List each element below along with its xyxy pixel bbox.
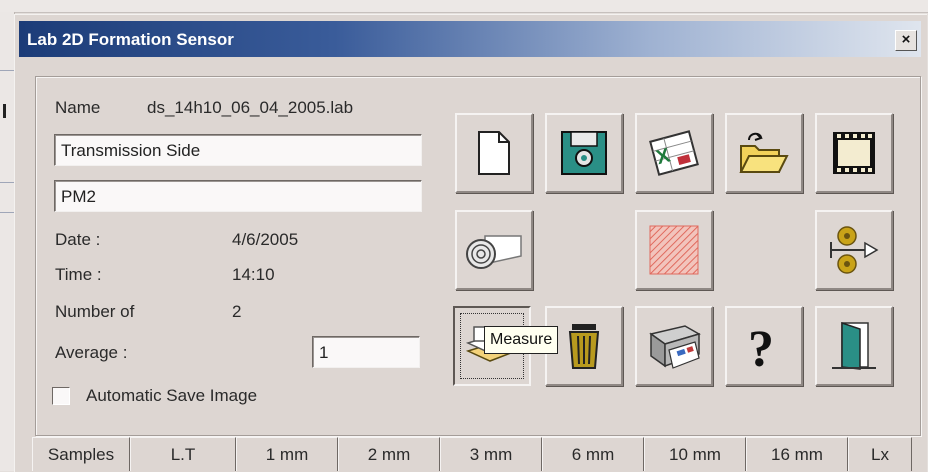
exit-door-icon — [832, 321, 876, 370]
open-folder-button[interactable] — [725, 113, 803, 193]
film-button[interactable] — [815, 113, 893, 193]
average-label: Average : — [55, 343, 128, 362]
description-field[interactable]: Transmission Side — [54, 134, 422, 166]
roll-feed-button[interactable] — [815, 210, 893, 290]
results-table-header: Samples L.T 1 mm 2 mm 3 mm 6 mm 10 mm 16… — [32, 437, 912, 471]
column-header-samples[interactable]: Samples — [32, 437, 130, 471]
column-header-lt[interactable]: L.T — [130, 437, 236, 471]
date-label: Date : — [55, 230, 101, 249]
number-of-value: 2 — [232, 302, 242, 321]
paper-roll-icon — [466, 235, 522, 269]
film-icon — [833, 132, 875, 174]
window-title: Lab 2D Formation Sensor — [27, 30, 234, 49]
name-label: Name — [55, 98, 101, 117]
close-button[interactable]: × — [895, 30, 917, 51]
time-value: 14:10 — [232, 265, 275, 284]
name-value: ds_14h10_06_04_2005.lab — [147, 98, 354, 117]
column-header-3mm[interactable]: 3 mm — [440, 437, 542, 471]
background-line — [0, 182, 14, 183]
printer-icon — [649, 325, 701, 369]
background-window-strip — [0, 0, 928, 13]
column-header-lx[interactable]: Lx — [848, 437, 912, 471]
number-of-label: Number of — [55, 302, 135, 321]
trash-icon — [568, 324, 600, 369]
average-input[interactable]: 1 — [312, 336, 420, 368]
measure-tooltip: Measure — [484, 326, 559, 354]
autosave-label: Automatic Save Image — [86, 386, 258, 405]
help-icon: ? — [748, 322, 774, 370]
title-bar[interactable]: Lab 2D Formation Sensor × — [19, 21, 921, 57]
column-header-6mm[interactable]: 6 mm — [542, 437, 644, 471]
print-button[interactable] — [635, 306, 713, 386]
excel-export-icon: X — [649, 130, 699, 176]
background-mark — [3, 104, 6, 118]
time-label: Time : — [55, 265, 102, 284]
save-disk-icon — [561, 131, 607, 175]
formation-pattern-icon — [649, 225, 699, 275]
background-line — [0, 212, 14, 213]
roll-feed-icon — [830, 226, 879, 274]
machine-field[interactable]: PM2 — [54, 180, 422, 212]
column-header-16mm[interactable]: 16 mm — [746, 437, 848, 471]
new-button[interactable] — [455, 113, 533, 193]
autosave-checkbox[interactable] — [52, 387, 70, 405]
background-line — [0, 70, 14, 71]
paper-roll-button[interactable] — [455, 210, 533, 290]
save-button[interactable] — [545, 113, 623, 193]
help-button[interactable]: ? — [725, 306, 803, 386]
exit-button[interactable] — [815, 306, 893, 386]
svg-text:?: ? — [748, 322, 774, 370]
date-value: 4/6/2005 — [232, 230, 299, 249]
excel-export-button[interactable]: X — [635, 113, 713, 193]
column-header-1mm[interactable]: 1 mm — [236, 437, 338, 471]
background-window-edge — [0, 12, 15, 471]
new-document-icon — [478, 131, 510, 175]
formation-button[interactable] — [635, 210, 713, 290]
open-folder-icon — [739, 132, 789, 173]
column-header-10mm[interactable]: 10 mm — [644, 437, 746, 471]
column-header-2mm[interactable]: 2 mm — [338, 437, 440, 471]
